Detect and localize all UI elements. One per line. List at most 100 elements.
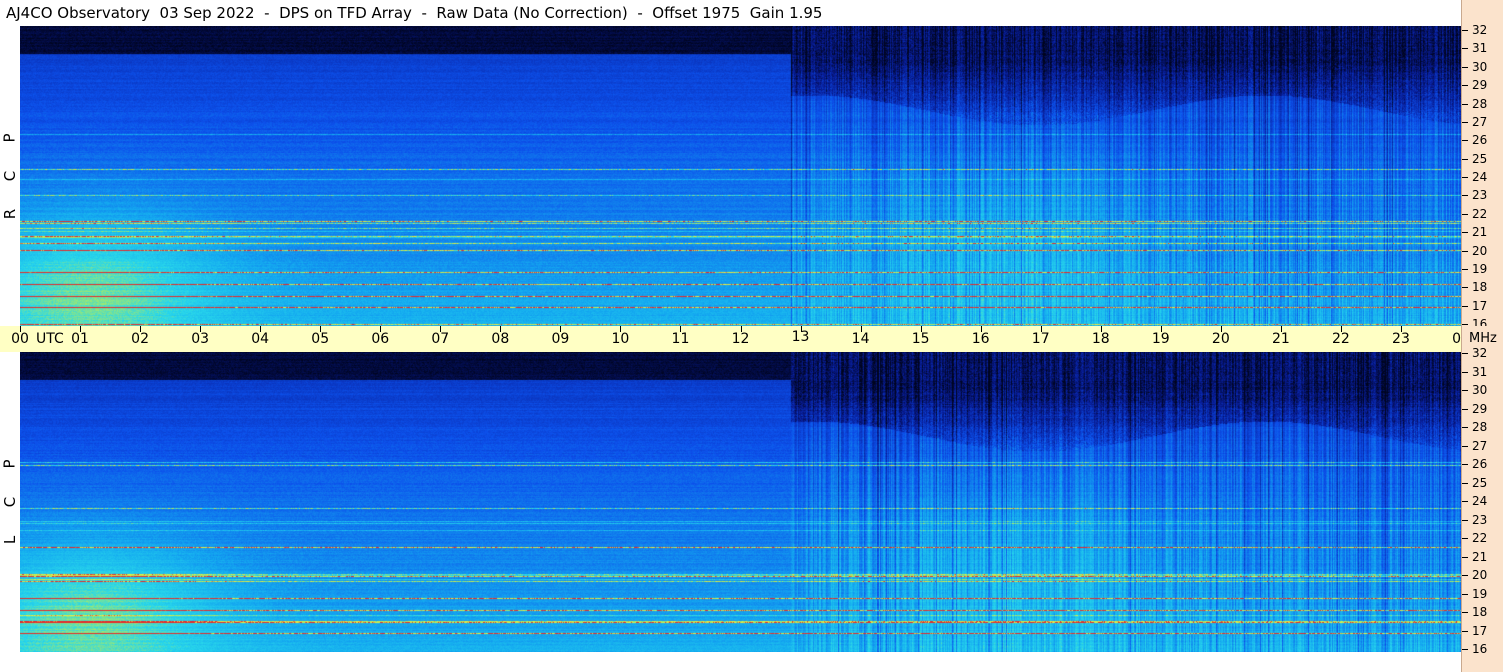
rcp-letter-r: R xyxy=(1,208,19,220)
spectrogram-title: AJ4CO Observatory 03 Sep 2022 - DPS on T… xyxy=(6,4,823,22)
time-label-4: 04 xyxy=(251,331,270,347)
time-label-12: 12 xyxy=(731,331,750,347)
freq-tick xyxy=(1462,408,1468,410)
freq-tick xyxy=(1462,287,1468,289)
freq-tick xyxy=(1462,140,1468,142)
freq-label-32: 32 xyxy=(1472,23,1488,37)
mhz-unit-label: MHz xyxy=(1469,331,1497,346)
time-label-23: 23 xyxy=(1392,331,1410,347)
freq-tick xyxy=(1462,390,1468,391)
freq-label-32: 32 xyxy=(1472,346,1488,360)
lcp-spectrogram-canvas xyxy=(20,352,1461,652)
time-label-13: 13 xyxy=(791,329,810,345)
freq-label-26: 26 xyxy=(1472,133,1488,148)
freq-tick xyxy=(1462,556,1468,558)
freq-tick xyxy=(1462,575,1468,576)
freq-tick xyxy=(1462,538,1468,539)
freq-tick xyxy=(1462,232,1468,234)
lcp-frequency-axis: 32 31 30 29 28 27 26 25 24 23 22 21 20 19 18 17 16 xyxy=(1461,347,1503,672)
freq-label-29: 29 xyxy=(1472,401,1488,416)
freq-label-28: 28 xyxy=(1472,96,1488,111)
freq-tick xyxy=(1462,630,1468,632)
freq-label-22: 22 xyxy=(1472,206,1488,221)
freq-label-31: 31 xyxy=(1472,364,1488,379)
time-label-5: 05 xyxy=(311,331,330,347)
freq-label-27: 27 xyxy=(1472,438,1488,453)
time-label-17: 17 xyxy=(1031,331,1050,347)
freq-label-27: 27 xyxy=(1472,114,1488,129)
freq-tick xyxy=(1462,612,1468,613)
freq-tick xyxy=(1462,464,1468,465)
freq-label-18: 18 xyxy=(1472,605,1488,619)
freq-tick xyxy=(1462,121,1468,123)
time-label-16: 16 xyxy=(971,331,990,347)
time-label-2: 02 xyxy=(131,331,149,347)
freq-label-25: 25 xyxy=(1472,475,1488,490)
freq-tick xyxy=(1462,195,1468,197)
freq-label-20: 20 xyxy=(1472,243,1488,258)
rcp-label: P C R xyxy=(0,26,20,326)
freq-label-21: 21 xyxy=(1472,549,1488,564)
freq-label-26: 26 xyxy=(1472,457,1488,471)
freq-label-23: 23 xyxy=(1472,188,1488,203)
freq-label-19: 19 xyxy=(1472,586,1488,601)
time-label-7: 07 xyxy=(431,331,450,347)
lcp-letter-l: L xyxy=(0,535,19,545)
time-label-15: 15 xyxy=(911,331,930,347)
freq-label-30: 30 xyxy=(1472,59,1488,74)
freq-label-24: 24 xyxy=(1472,494,1488,508)
freq-tick xyxy=(1462,30,1468,31)
freq-label-17: 17 xyxy=(1472,623,1488,638)
freq-tick xyxy=(1462,371,1468,373)
freq-tick xyxy=(1462,593,1468,595)
freq-tick xyxy=(1462,177,1468,178)
time-label-20: 20 xyxy=(1211,331,1230,347)
utc-unit-label: UTC xyxy=(36,331,64,347)
freq-label-29: 29 xyxy=(1472,78,1488,93)
rcp-letter-c: C xyxy=(0,170,19,182)
freq-label-20: 20 xyxy=(1472,568,1488,582)
freq-tick xyxy=(1462,305,1468,307)
time-label-21: 21 xyxy=(1271,331,1290,347)
freq-tick xyxy=(1462,48,1468,50)
freq-tick xyxy=(1462,501,1468,502)
freq-label-16: 16 xyxy=(1472,642,1488,656)
freq-tick xyxy=(1462,213,1468,215)
time-label-6: 06 xyxy=(371,331,390,347)
lcp-letter-c: C xyxy=(0,496,19,508)
rcp-letter-p: P xyxy=(0,133,19,143)
freq-label-30: 30 xyxy=(1472,383,1488,397)
freq-tick xyxy=(1462,519,1468,521)
freq-label-31: 31 xyxy=(1472,41,1488,56)
time-label-8: 08 xyxy=(491,331,510,347)
time-label-9: 09 xyxy=(551,331,570,347)
freq-label-21: 21 xyxy=(1472,225,1488,240)
time-label-1: 01 xyxy=(71,331,89,347)
freq-tick xyxy=(1462,250,1468,252)
freq-tick xyxy=(1462,649,1468,650)
time-label-14: 14 xyxy=(851,331,870,347)
freq-tick xyxy=(1462,324,1468,325)
time-label-10: 10 xyxy=(611,331,630,347)
freq-label-23: 23 xyxy=(1472,512,1488,527)
freq-label-24: 24 xyxy=(1472,170,1488,184)
lcp-spectrogram xyxy=(20,352,1461,652)
time-label-22: 22 xyxy=(1331,331,1350,347)
freq-tick xyxy=(1462,268,1468,270)
freq-label-19: 19 xyxy=(1472,261,1488,276)
time-label-19: 19 xyxy=(1151,331,1170,347)
freq-tick xyxy=(1462,158,1468,160)
freq-tick xyxy=(1462,427,1468,428)
freq-label-18: 18 xyxy=(1472,280,1488,295)
freq-label-28: 28 xyxy=(1472,420,1488,434)
lcp-label: P C L xyxy=(0,352,20,652)
time-label-11: 11 xyxy=(671,331,690,347)
lcp-letter-p: P xyxy=(0,459,19,469)
time-label-0: 00 xyxy=(11,331,29,347)
time-label-3: 03 xyxy=(191,331,210,347)
rcp-spectrogram xyxy=(20,26,1461,326)
freq-tick xyxy=(1462,353,1468,354)
freq-label-25: 25 xyxy=(1472,151,1488,166)
freq-tick xyxy=(1462,445,1468,447)
freq-tick xyxy=(1462,482,1468,484)
